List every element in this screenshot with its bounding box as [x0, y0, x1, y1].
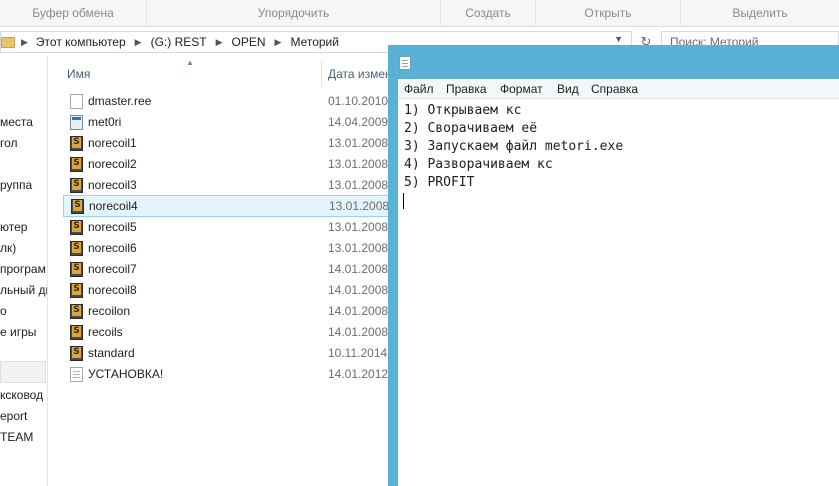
nav-item-report[interactable]: eport [0, 406, 27, 426]
navigation-pane: места гол руппа ютер лк) програм льный д… [0, 56, 48, 486]
ribbon-group-open[interactable]: Открыть [535, 0, 680, 27]
file-row-norecoil5[interactable]: norecoil513.01.2008 2 [63, 217, 398, 238]
menu-view[interactable]: Вид [557, 82, 579, 96]
file-row-standard[interactable]: standard 10.11.2014 2 [63, 343, 397, 364]
text-line: 1) Открываем кс [404, 103, 522, 118]
chevron-right-icon[interactable]: ▶ [216, 37, 223, 48]
file-date: 10.11.2014 2 [328, 346, 398, 360]
column-header-name[interactable]: Имя [67, 67, 90, 81]
breadcrumb-metoriy[interactable]: Меторий [290, 35, 339, 49]
source-script-icon [70, 241, 83, 256]
nav-selected-highlight [0, 361, 46, 383]
menu-edit[interactable]: Правка [446, 82, 487, 96]
file-row-norecoil8[interactable]: norecoil814.01.2008 0 [63, 280, 398, 301]
file-name: norecoil8 [88, 283, 137, 297]
sort-ascending-icon: ▲ [186, 58, 194, 67]
source-script-icon [70, 157, 83, 172]
chevron-right-icon[interactable]: ▶ [21, 37, 28, 48]
notepad-text-area[interactable]: 1) Открываем кс 2) Сворачиваем её 3) Зап… [398, 99, 839, 486]
file-name: recoilon [88, 304, 131, 318]
ribbon-group-clipboard[interactable]: Буфер обмена [0, 0, 146, 27]
chevron-right-icon[interactable]: ▶ [135, 37, 142, 48]
file-name: norecoil4 [89, 199, 138, 213]
nav-item-steam[interactable]: TEAM [0, 427, 33, 447]
source-script-icon [70, 325, 83, 340]
file-name: recoils [88, 325, 123, 339]
file-name: met0ri [88, 115, 122, 129]
breadcrumb-this-pc[interactable]: Этот компьютер [36, 35, 126, 49]
file-row-norecoil7[interactable]: norecoil714.01.2008 0 [63, 259, 398, 280]
file-row-norecoil2[interactable]: norecoil213.01.2008 2 [63, 154, 398, 175]
file-row-recoils[interactable]: recoils14.01.2008 1 [63, 322, 398, 343]
file-name: norecoil3 [88, 178, 137, 192]
folder-icon [1, 36, 15, 48]
notepad-icon[interactable] [399, 56, 411, 70]
source-script-icon [71, 199, 84, 214]
nav-item-drive-dvd[interactable]: ксковод [0, 385, 43, 405]
nav-item-drive-c[interactable]: лк) [0, 238, 16, 258]
nav-item-places[interactable]: места [0, 112, 33, 132]
menu-format[interactable]: Формат [500, 82, 543, 96]
notepad-title-bar[interactable] [388, 45, 839, 79]
nav-item-programs[interactable]: програм [0, 259, 46, 279]
notepad-menu-bar: Файл Правка Формат Вид Справка [398, 79, 839, 99]
source-script-icon [70, 136, 83, 151]
file-name: norecoil5 [88, 220, 137, 234]
file-row-met0ri[interactable]: met0ri 14.04.2009 1 [63, 112, 398, 133]
file-row-ustanovka[interactable]: УСТАНОВКА! 14.01.2012 1 [63, 364, 398, 385]
file-row-recoilon[interactable]: recoilon14.01.2008 0 [63, 301, 398, 322]
text-line: 2) Сворачиваем её [404, 121, 538, 136]
app-icon [70, 115, 83, 130]
nav-item-local-disk[interactable]: льный дис [0, 280, 48, 300]
nav-item-games[interactable]: е игры [0, 322, 36, 342]
text-caret [403, 193, 404, 209]
breadcrumb-drive[interactable]: (G:) REST [151, 35, 207, 49]
file-row-norecoil4[interactable]: norecoil413.01.2008 2 [63, 195, 399, 217]
text-line: 3) Запускаем файл metori.exe [404, 139, 624, 154]
chevron-right-icon[interactable]: ▶ [275, 37, 282, 48]
ribbon: Буфер обмена Упорядочить Создать Открыть… [0, 0, 839, 27]
source-script-icon [70, 283, 83, 298]
source-script-icon [70, 346, 83, 361]
nav-item-homegroup[interactable]: руппа [0, 175, 32, 195]
breadcrumb-open[interactable]: OPEN [232, 35, 266, 49]
column-divider[interactable] [321, 60, 322, 86]
source-script-icon [70, 304, 83, 319]
file-name: norecoil2 [88, 157, 137, 171]
nav-item-drive[interactable]: о [0, 301, 7, 321]
file-row-norecoil6[interactable]: norecoil613.01.2008 2 [63, 238, 398, 259]
file-row-norecoil3[interactable]: norecoil313.01.2008 2 [63, 175, 398, 196]
file-row-norecoil1[interactable]: norecoil113.01.2008 2 [63, 133, 398, 154]
nav-item-desktop[interactable]: гол [0, 133, 18, 153]
blank-file-icon [70, 94, 83, 109]
text-line: 5) PROFIT [404, 175, 475, 190]
ribbon-group-new[interactable]: Создать [440, 0, 535, 27]
file-name: standard [88, 346, 135, 360]
text-document-icon [70, 367, 83, 382]
notepad-window: Файл Правка Формат Вид Справка 1) Открыв… [388, 45, 839, 486]
file-row-dmaster[interactable]: dmaster.ree 01.10.2010 1 [63, 91, 398, 112]
source-script-icon [70, 262, 83, 277]
file-name: norecoil1 [88, 136, 137, 150]
text-line: 4) Разворачиваем кс [404, 157, 553, 172]
source-script-icon [70, 220, 83, 235]
file-name: УСТАНОВКА! [88, 367, 164, 381]
file-name: dmaster.ree [88, 94, 152, 108]
menu-file[interactable]: Файл [404, 82, 434, 96]
ribbon-group-select[interactable]: Выделить [680, 0, 839, 27]
nav-item-computer[interactable]: ютер [0, 217, 27, 237]
source-script-icon [70, 178, 83, 193]
file-name: norecoil6 [88, 241, 137, 255]
nav-pane-divider[interactable] [47, 56, 48, 486]
column-header-date[interactable]: Дата измен [328, 67, 392, 81]
ribbon-group-organize[interactable]: Упорядочить [146, 0, 440, 27]
chevron-down-icon[interactable]: ▼ [614, 34, 623, 44]
menu-help[interactable]: Справка [591, 82, 638, 96]
file-name: norecoil7 [88, 262, 137, 276]
